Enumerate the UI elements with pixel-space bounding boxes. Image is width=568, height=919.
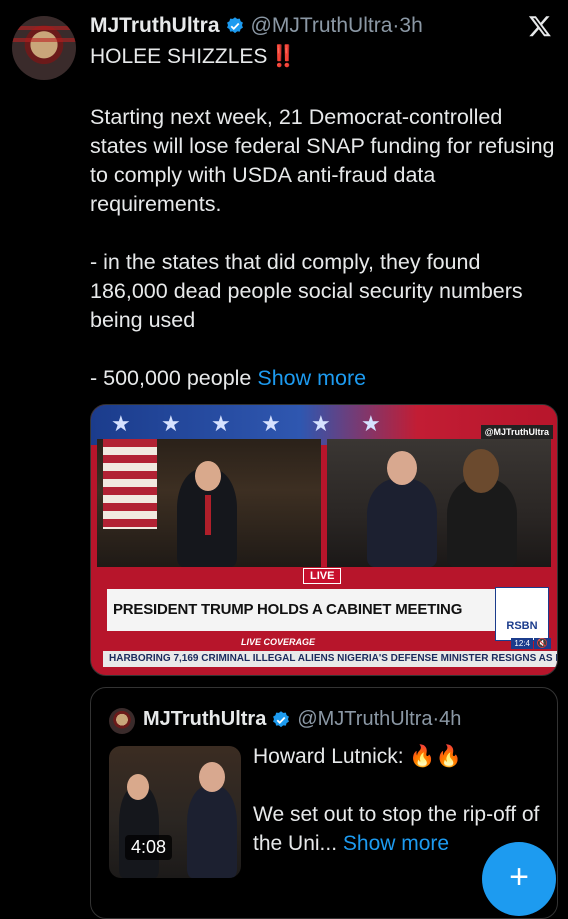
verified-badge-icon (271, 710, 291, 730)
verified-badge-icon (225, 16, 245, 36)
coverage-label: LIVE COVERAGE (241, 637, 316, 647)
video-media[interactable]: ★ ★ ★ ★ ★ ★ @MJTruthUltra LIVE PRESIDENT TR… (90, 404, 558, 676)
post-last-line: - 500,000 people Show more (90, 364, 555, 393)
quoted-author-handle[interactable]: @MJTruthUltra (297, 708, 432, 731)
quoted-paragraph: Howard Lutnick: 🔥🔥 (253, 745, 462, 768)
show-more-link[interactable]: Show more (343, 832, 449, 855)
live-tag: LIVE (303, 568, 342, 584)
post-paragraph: - 500,000 people (90, 366, 252, 390)
double-exclamation-icon: ‼️ (270, 45, 296, 68)
post-header: MJTruthUltra @MJTruthUltra · 3h (90, 14, 423, 38)
quoted-post-time[interactable]: 4h (439, 708, 461, 731)
quoted-author-name[interactable]: MJTruthUltra (143, 708, 266, 731)
lower-third: PRESIDENT TRUMP HOLDS A CABINET MEETING … (107, 587, 549, 641)
video-scene-right (327, 439, 551, 567)
post-paragraph: Starting next week, 21 Democrat-controll… (90, 105, 555, 216)
post-body: Starting next week, 21 Democrat-controll… (90, 103, 555, 422)
post-exclamation-text: HOLEE SHIZZLES (90, 45, 268, 68)
network-label: RSBN (506, 620, 538, 632)
author-name[interactable]: MJTruthUltra (90, 14, 220, 38)
network-logo: RSBN (495, 587, 549, 641)
post-time[interactable]: 3h (399, 14, 422, 38)
news-ticker: HARBORING 7,169 CRIMINAL ILLEGAL ALIENS … (103, 651, 557, 667)
quoted-post-header: MJTruthUltra @MJTruthUltra · 4h (143, 708, 461, 731)
post-first-line: HOLEE SHIZZLES ‼️ (90, 45, 297, 69)
time-separator: · (392, 14, 400, 37)
watermark: @MJTruthUltra (480, 425, 553, 439)
mute-icon[interactable]: 🔇 (533, 638, 551, 649)
video-headline: PRESIDENT TRUMP HOLDS A CABINET MEETING (113, 601, 463, 618)
quoted-author-avatar[interactable] (109, 708, 135, 734)
compose-post-button[interactable]: + (482, 842, 556, 916)
quoted-video-thumbnail[interactable]: 4:08 (109, 746, 241, 878)
video-scene-left (97, 439, 321, 567)
author-handle[interactable]: @MJTruthUltra (251, 14, 393, 38)
author-avatar[interactable] (12, 16, 76, 80)
show-more-link[interactable]: Show more (257, 366, 366, 390)
post-paragraph: - in the states that did comply, they fo… (90, 250, 523, 332)
time-separator: · (432, 708, 440, 730)
ticker-time: 12:4 (511, 638, 533, 649)
video-duration: 4:08 (125, 835, 173, 860)
x-logo-icon[interactable] (528, 14, 552, 38)
